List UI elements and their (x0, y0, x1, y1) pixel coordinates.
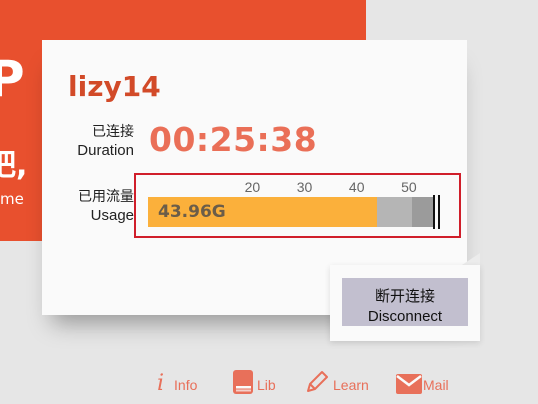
disconnect-label: Disconnect (367, 308, 443, 325)
nav-mail-label: Mail (423, 377, 449, 393)
info-icon: i (157, 371, 165, 396)
duration-label-cn: 已连接 (92, 124, 134, 140)
usage-label-cn: 已用流量 (78, 189, 134, 205)
disconnect-popover: 断开连接 Disconnect (330, 265, 480, 341)
pencil-icon (307, 371, 328, 392)
background-text: 吧, (0, 148, 28, 183)
mail-icon (396, 374, 422, 394)
usage-tick-label: 50 (401, 179, 417, 195)
usage-tick-label: 30 (296, 179, 313, 195)
username: lizy14 (68, 70, 161, 103)
duration-value: 00:25:38 (149, 120, 318, 159)
nav-learn[interactable]: Learn (304, 365, 369, 395)
book-icon (233, 370, 253, 394)
duration-label: Duration (77, 142, 134, 159)
background-text: P (0, 50, 25, 108)
usage-tick-label: 40 (348, 179, 365, 195)
nav-lib[interactable]: Lib (232, 365, 276, 395)
disconnect-button[interactable]: 断开连接 Disconnect (342, 278, 468, 326)
usage-track: 43.96G (148, 197, 435, 227)
usage-meter: 20 30 40 50 43.96G (134, 173, 461, 238)
usage-tick-label: 20 (244, 179, 261, 195)
nav-learn-label: Learn (333, 377, 369, 393)
popover-arrow (462, 253, 480, 265)
background-text: me (0, 190, 24, 208)
usage-end-marker (433, 195, 435, 229)
usage-end-marker (438, 195, 440, 229)
nav-lib-label: Lib (257, 377, 276, 393)
nav-mail[interactable]: Mail (395, 365, 449, 395)
nav-info[interactable]: i Info (157, 365, 197, 395)
usage-scale: 20 30 40 50 (136, 179, 459, 195)
disconnect-label-cn: 断开连接 (374, 287, 435, 305)
usage-label: Usage (90, 207, 134, 224)
usage-value: 43.96G (158, 202, 226, 222)
nav-info-label: Info (174, 377, 198, 393)
